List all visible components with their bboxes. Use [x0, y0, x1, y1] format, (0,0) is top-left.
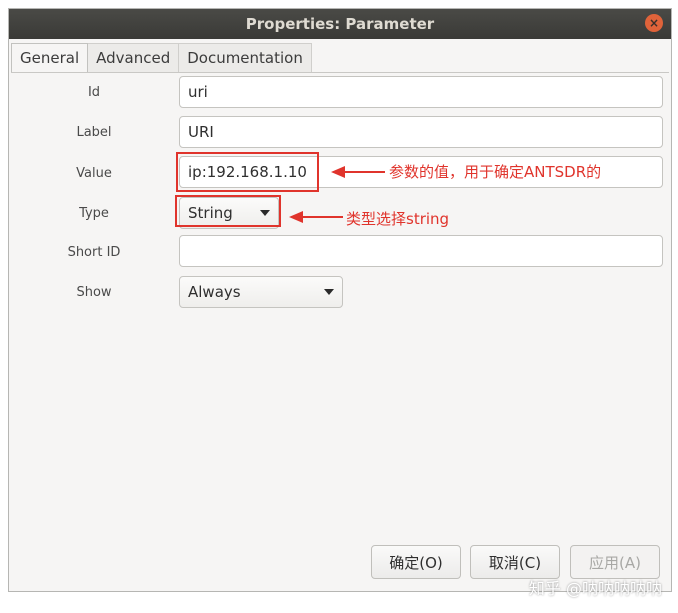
short-id-label: Short ID: [67, 245, 121, 260]
watermark: 知乎 @呐呐呐呐呐: [528, 579, 662, 598]
value-label: Value: [76, 166, 112, 181]
title-bar: Properties: Parameter ×: [9, 9, 671, 39]
tab-advanced[interactable]: Advanced: [88, 43, 180, 73]
properties-dialog: Properties: Parameter × General Advanced…: [8, 8, 672, 592]
show-label: Show: [76, 285, 112, 300]
label-field[interactable]: URI: [179, 116, 663, 148]
value-highlight-box: [176, 152, 319, 192]
tab-bar: General Advanced Documentation: [11, 43, 312, 73]
id-label: Id: [87, 85, 101, 100]
tab-documentation[interactable]: Documentation: [179, 43, 312, 73]
type-highlight-box: [175, 195, 281, 227]
show-value: Always: [188, 283, 241, 301]
type-annotation: 类型选择string: [346, 210, 450, 228]
arrow-left-icon: [289, 211, 343, 223]
show-dropdown[interactable]: Always: [179, 276, 343, 308]
cancel-button[interactable]: 取消(C): [470, 545, 560, 579]
type-label: Type: [79, 206, 109, 221]
window-title: Properties: Parameter: [245, 15, 435, 33]
id-field[interactable]: uri: [179, 76, 663, 108]
label-label: Label: [76, 125, 112, 140]
arrow-left-icon: [331, 166, 385, 178]
short-id-field[interactable]: [179, 235, 663, 267]
value-annotation: 参数的值，用于确定ANTSDR的: [389, 163, 602, 181]
chevron-down-icon: [324, 289, 334, 295]
close-icon[interactable]: ×: [645, 14, 663, 32]
ok-button[interactable]: 确定(O): [371, 545, 461, 579]
apply-button[interactable]: 应用(A): [570, 545, 660, 579]
tab-general[interactable]: General: [11, 43, 89, 73]
tab-divider: [11, 72, 669, 73]
